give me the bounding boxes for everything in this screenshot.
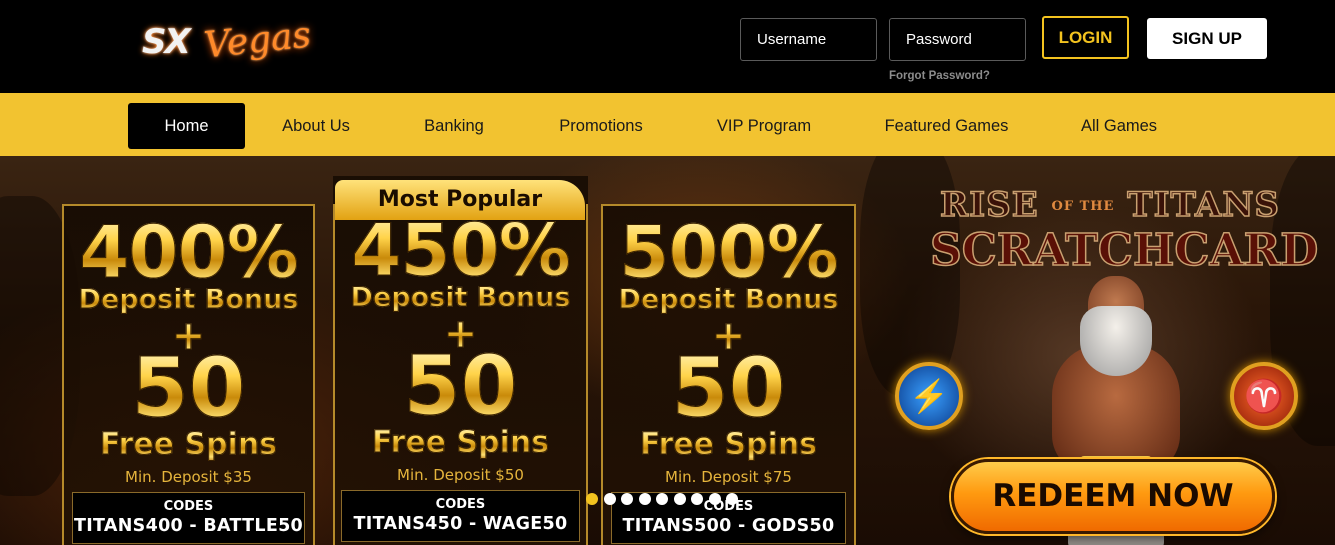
- promo-bonus-label: Deposit Bonus: [64, 284, 313, 316]
- title-line-1: RISE OF THE TITANS: [930, 185, 1290, 226]
- carousel-dots: [586, 492, 744, 506]
- promo-bonus-label: Deposit Bonus: [333, 282, 588, 314]
- promo-spins-label: Free Spins: [64, 427, 313, 462]
- nav-item-home[interactable]: Home: [128, 103, 245, 149]
- carousel-dot[interactable]: [621, 493, 633, 505]
- carousel-dot[interactable]: [586, 493, 598, 505]
- nav-item-all-games[interactable]: All Games: [1064, 103, 1174, 149]
- nav-item-banking[interactable]: Banking: [405, 103, 503, 149]
- promo-percent: 500%: [603, 212, 854, 293]
- promo-codes-box: CODES TITANS400 - BATTLE50: [72, 492, 305, 544]
- promo-spins: 50: [603, 345, 854, 432]
- forgot-password-link[interactable]: Forgot Password?: [889, 70, 990, 82]
- promo-spins-label: Free Spins: [603, 427, 854, 462]
- title-of-the: OF THE: [1051, 199, 1115, 214]
- password-input[interactable]: Password: [889, 18, 1026, 61]
- promo-min-deposit: Min. Deposit $50: [397, 466, 524, 484]
- carousel-dot[interactable]: [691, 493, 703, 505]
- promo-card-400[interactable]: 400% Deposit Bonus + 50 Free Spins Min. …: [62, 204, 315, 545]
- carousel-dot[interactable]: [638, 493, 651, 505]
- login-button[interactable]: LOGIN: [1042, 16, 1129, 59]
- titan-beard: [1080, 306, 1152, 376]
- lightning-orb-icon: ⚡: [895, 362, 963, 430]
- title-titans: TITANS: [1127, 185, 1280, 225]
- featured-game-title: RISE OF THE TITANS SCRATCHCARD: [929, 185, 1319, 277]
- signup-button[interactable]: SIGN UP: [1147, 18, 1267, 59]
- title-scratchcard: SCRATCHCARD: [929, 225, 1319, 277]
- carousel-dot[interactable]: [656, 493, 668, 505]
- site-header: SX Vegas Username Password Forgot Passwo…: [0, 0, 1335, 93]
- logo-sx: SX: [142, 22, 191, 62]
- carousel-dot[interactable]: [726, 493, 738, 505]
- promo-codes-box: CODES TITANS450 - WAGE50: [341, 490, 580, 542]
- codes-label: CODES: [435, 497, 486, 512]
- promo-code: TITANS450 - WAGE50: [353, 514, 568, 534]
- promo-min-deposit: Min. Deposit $75: [665, 468, 792, 486]
- redeem-now-button[interactable]: REDEEM NOW: [951, 459, 1275, 534]
- main-nav: Home About Us Banking Promotions VIP Pro…: [0, 93, 1335, 156]
- promo-min-deposit: Min. Deposit $35: [125, 468, 252, 486]
- promo-spins-label: Free Spins: [333, 425, 588, 460]
- carousel-dot[interactable]: [673, 493, 686, 505]
- logo-vegas: Vegas: [202, 14, 313, 67]
- promo-spins: 50: [333, 343, 588, 430]
- username-input[interactable]: Username: [740, 18, 877, 61]
- promo-code: TITANS400 - BATTLE50: [73, 516, 304, 536]
- promo-spins: 50: [64, 345, 313, 432]
- promo-code: TITANS500 - GODS50: [622, 516, 835, 536]
- nav-item-featured-games[interactable]: Featured Games: [866, 103, 1027, 149]
- ram-orb-icon: ♈: [1230, 362, 1298, 430]
- nav-item-about-us[interactable]: About Us: [262, 103, 370, 149]
- hero-banner[interactable]: 400% Deposit Bonus + 50 Free Spins Min. …: [0, 156, 1335, 545]
- codes-label: CODES: [163, 499, 214, 514]
- carousel-dot[interactable]: [603, 493, 616, 505]
- promo-percent: 400%: [64, 212, 313, 293]
- site-logo[interactable]: SX Vegas: [140, 8, 313, 78]
- title-rise: RISE: [939, 185, 1039, 225]
- nav-item-vip-program[interactable]: VIP Program: [700, 103, 828, 149]
- promo-percent: 450%: [333, 210, 588, 291]
- promo-card-450[interactable]: Most Popular 450% Deposit Bonus + 50 Fre…: [333, 176, 588, 545]
- nav-item-promotions[interactable]: Promotions: [540, 103, 662, 149]
- promo-bonus-label: Deposit Bonus: [603, 284, 854, 316]
- carousel-dot[interactable]: [708, 493, 721, 505]
